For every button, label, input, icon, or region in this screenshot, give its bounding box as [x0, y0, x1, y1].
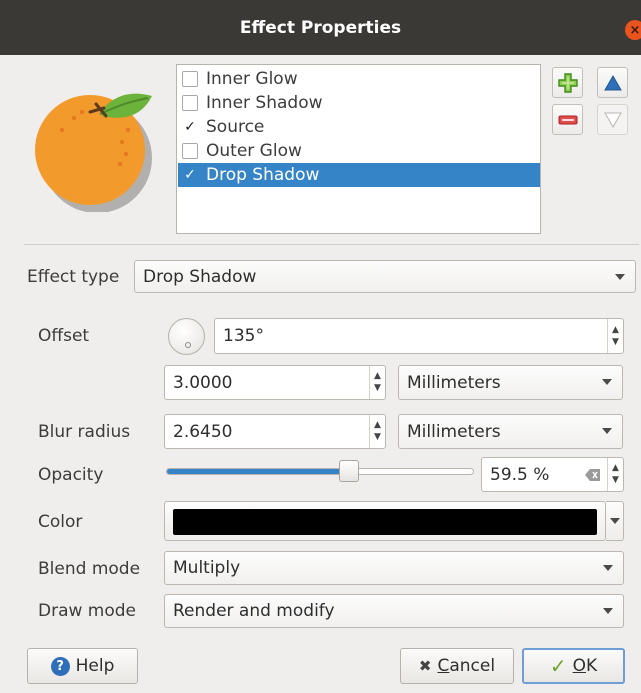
- blur-unit-combo[interactable]: Millimeters: [398, 414, 623, 449]
- effect-checkbox[interactable]: ✓: [182, 119, 198, 135]
- draw-mode-label: Draw mode: [38, 601, 137, 621]
- offset-label: Offset: [38, 326, 90, 346]
- color-menu-button[interactable]: [606, 501, 624, 541]
- offset-distance-value: 3.0000: [173, 372, 233, 393]
- effect-item-drop-shadow[interactable]: ✓ Drop Shadow: [178, 163, 540, 187]
- clear-icon[interactable]: [585, 469, 601, 481]
- move-up-icon: [603, 74, 622, 90]
- offset-unit-value: Millimeters: [407, 372, 501, 393]
- effect-label: Drop Shadow: [206, 165, 320, 185]
- blur-unit-value: Millimeters: [407, 421, 501, 442]
- offset-unit-combo[interactable]: Millimeters: [398, 365, 623, 400]
- title-bar: Effect Properties ×: [0, 0, 641, 55]
- add-effect-icon: [557, 72, 578, 93]
- effect-list[interactable]: Inner Glow Inner Shadow ✓ Source Outer G…: [176, 64, 541, 234]
- help-button-label: Help: [75, 656, 115, 676]
- remove-effect-button[interactable]: [552, 104, 583, 135]
- effect-checkbox[interactable]: [182, 143, 198, 159]
- separator: [24, 244, 639, 245]
- blend-mode-combo[interactable]: Multiply: [164, 551, 624, 585]
- color-label: Color: [38, 512, 83, 532]
- effect-item-source[interactable]: ✓ Source: [178, 115, 540, 139]
- color-swatch: [173, 509, 597, 535]
- effect-checkbox[interactable]: ✓: [182, 167, 198, 183]
- help-button[interactable]: ? Help: [27, 648, 138, 684]
- opacity-input[interactable]: 59.5 % ▲ ▼: [481, 457, 624, 492]
- offset-angle-input[interactable]: 135° ▲ ▼: [214, 318, 624, 354]
- effect-checkbox[interactable]: [182, 95, 198, 111]
- effect-label: Source: [206, 117, 265, 137]
- effect-type-combo[interactable]: Drop Shadow: [134, 260, 636, 293]
- offset-angle-value: 135°: [223, 326, 264, 346]
- effect-item-inner-shadow[interactable]: Inner Shadow: [178, 91, 540, 115]
- opacity-label: Opacity: [38, 465, 104, 485]
- window-title: Effect Properties: [239, 17, 402, 38]
- ok-button[interactable]: ✓ OK: [522, 648, 625, 684]
- cancel-button[interactable]: ✖ Cancel: [400, 648, 514, 684]
- opacity-slider[interactable]: [166, 468, 474, 475]
- add-effect-button[interactable]: [552, 67, 583, 98]
- move-down-button[interactable]: [597, 104, 628, 135]
- help-icon: ?: [50, 656, 70, 676]
- draw-mode-combo[interactable]: Render and modify: [164, 594, 624, 628]
- effect-type-label: Effect type: [27, 267, 120, 287]
- draw-mode-value: Render and modify: [173, 601, 335, 621]
- effect-checkbox[interactable]: [182, 71, 198, 87]
- chevron-down-icon: [615, 274, 625, 280]
- cancel-icon: ✖: [418, 657, 432, 675]
- color-button[interactable]: [164, 501, 606, 541]
- angle-dial[interactable]: [168, 318, 205, 355]
- chevron-down-icon: [603, 565, 613, 571]
- opacity-slider-fill: [167, 469, 350, 474]
- distance-spin-buttons[interactable]: ▲ ▼: [369, 366, 385, 399]
- blur-radius-label: Blur radius: [38, 422, 131, 442]
- chevron-down-icon: [603, 608, 613, 614]
- blend-mode-value: Multiply: [173, 558, 241, 578]
- effect-preview-image: [35, 93, 152, 212]
- opacity-slider-handle[interactable]: [339, 460, 360, 482]
- effect-label: Inner Shadow: [206, 93, 323, 113]
- close-icon[interactable]: ×: [625, 20, 641, 40]
- blend-mode-label: Blend mode: [38, 559, 141, 579]
- cancel-button-label: Cancel: [437, 656, 496, 676]
- opacity-value: 59.5 %: [490, 464, 550, 485]
- ok-button-label: OK: [572, 656, 598, 676]
- effect-label: Outer Glow: [206, 141, 302, 161]
- chevron-down-icon: [602, 379, 612, 385]
- move-up-button[interactable]: [597, 67, 628, 98]
- effect-item-outer-glow[interactable]: Outer Glow: [178, 139, 540, 163]
- effect-item-inner-glow[interactable]: Inner Glow: [178, 67, 540, 91]
- blur-radius-input[interactable]: 2.6450 ▲ ▼: [164, 414, 386, 449]
- effect-type-value: Drop Shadow: [143, 266, 257, 287]
- effect-label: Inner Glow: [206, 69, 298, 89]
- blur-radius-value: 2.6450: [173, 421, 233, 442]
- offset-distance-input[interactable]: 3.0000 ▲ ▼: [164, 365, 386, 400]
- opacity-spin-buttons[interactable]: ▲ ▼: [607, 458, 623, 491]
- blur-spin-buttons[interactable]: ▲ ▼: [369, 415, 385, 448]
- remove-effect-icon: [558, 115, 577, 124]
- ok-check-icon: ✓: [549, 654, 567, 678]
- angle-spin-buttons[interactable]: ▲ ▼: [607, 319, 623, 353]
- move-down-icon: [603, 112, 622, 128]
- chevron-down-icon: [602, 428, 612, 434]
